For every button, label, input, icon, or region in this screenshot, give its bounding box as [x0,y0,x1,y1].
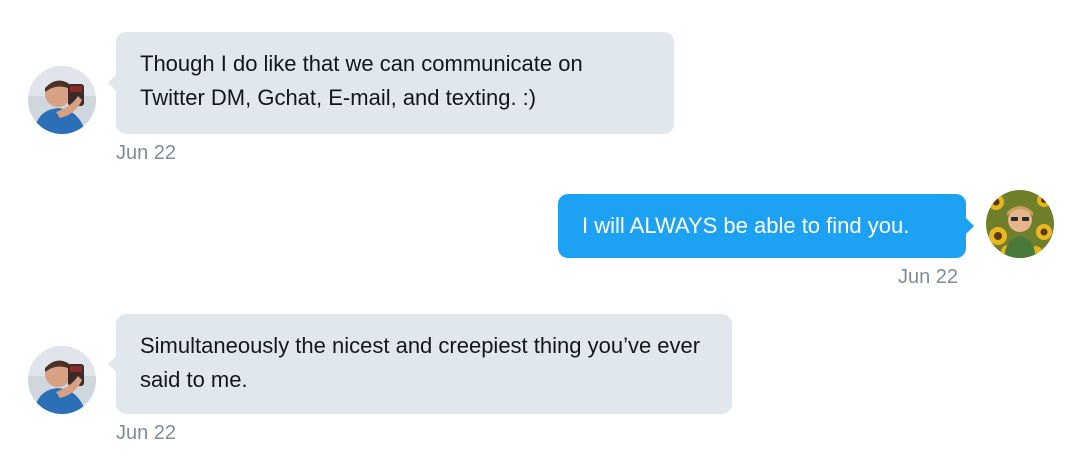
message-text: Though I do like that we can communicate… [140,51,583,110]
message-timestamp: Jun 22 [116,422,177,444]
avatar-other-user[interactable] [28,66,96,134]
message-timestamp: Jun 22 [898,266,959,288]
message-bubble-incoming[interactable]: Simultaneously the nicest and creepiest … [108,314,732,414]
avatar-other-user[interactable] [28,346,96,414]
person-drinking-avatar-icon [28,66,96,134]
message-text: Simultaneously the nicest and creepiest … [140,333,701,392]
message-bubble-incoming[interactable]: Though I do like that we can communicate… [108,32,674,134]
person-drinking-avatar-icon [28,346,96,414]
message-bubble-outgoing[interactable]: I will ALWAYS be able to find you. [558,194,974,258]
avatar-current-user[interactable] [986,190,1054,258]
message-timestamp: Jun 22 [116,142,177,164]
person-sunflowers-avatar-icon [986,190,1054,258]
message-text: I will ALWAYS be able to find you. [582,213,910,238]
